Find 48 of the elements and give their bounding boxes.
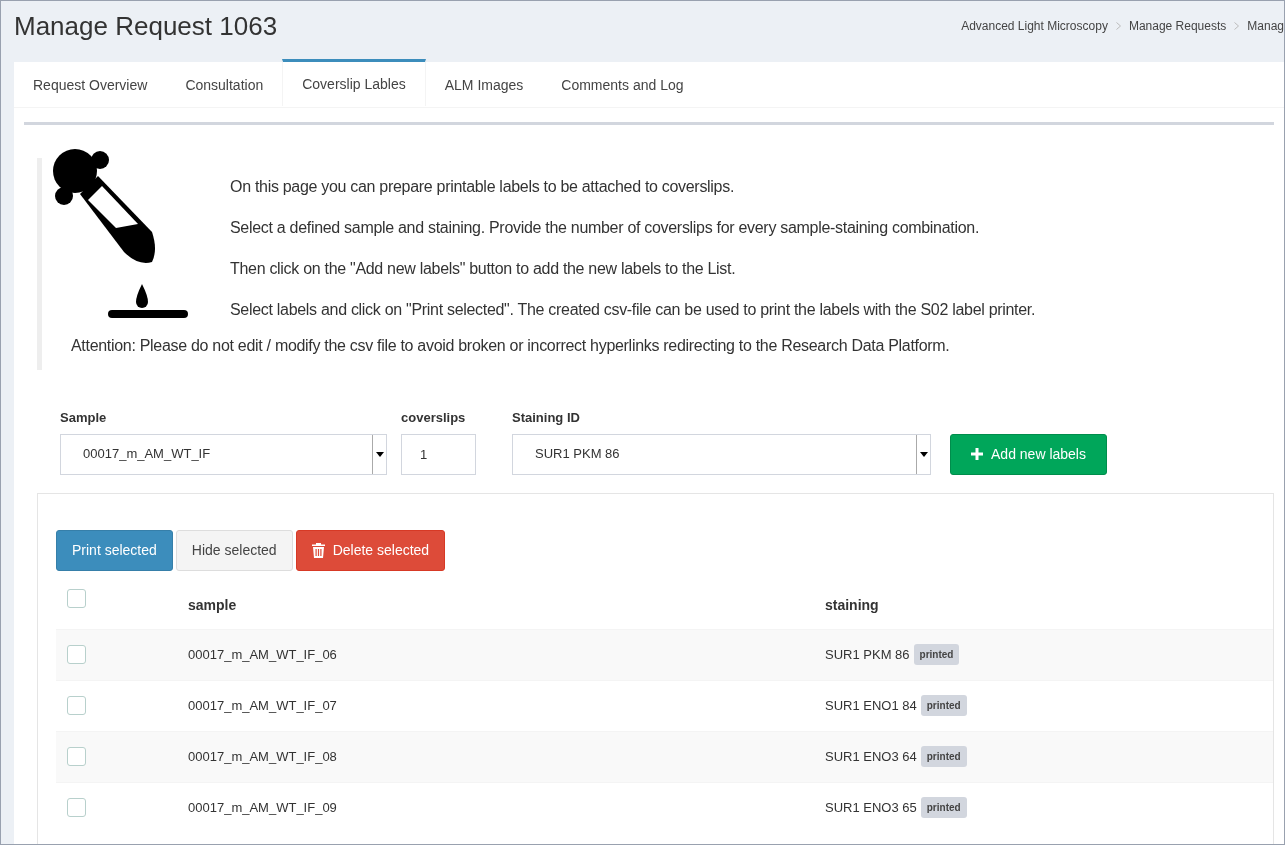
attention-text: Attention: Please do not edit / modify the csv file to avoid broken or incorrect hyperlinks redirecting to the Research Data Platform. <box>70 336 951 356</box>
status-badge: printed <box>920 746 967 767</box>
coverslips-input[interactable]: 1 <box>401 433 476 475</box>
checkbox[interactable] <box>67 696 86 715</box>
info-text: Select labels and click on "Print selected". The created csv-file can be used to print the labels with the S02 label printer. <box>230 300 1036 320</box>
tab[interactable]: Request Overview <box>14 62 167 108</box>
checkbox[interactable] <box>67 645 86 664</box>
delete-button[interactable]: Delete selected <box>295 529 446 571</box>
table-cell-text: SUR1 ENO3 65 <box>825 798 917 817</box>
tab[interactable]: Coverslip Lables <box>282 59 426 106</box>
breadcrumb-link[interactable]: Manage Requests <box>1128 17 1227 35</box>
chevron-icon <box>1234 22 1240 30</box>
print-button[interactable]: Print selected <box>56 529 173 571</box>
column-header: staining <box>825 595 879 615</box>
checkbox[interactable] <box>67 798 86 817</box>
tab[interactable]: Consultation <box>166 62 283 108</box>
field-label: coverslips <box>401 409 467 427</box>
checkbox[interactable] <box>67 747 86 766</box>
field-label: Sample <box>60 409 108 427</box>
caret-icon <box>375 451 384 457</box>
caret-icon <box>919 451 928 457</box>
table-cell-text: 00017_m_AM_WT_IF_08 <box>188 747 338 766</box>
trash-icon <box>311 542 325 558</box>
plus-icon <box>971 448 983 460</box>
table-cell-text: 00017_m_AM_WT_IF_06 <box>188 645 338 664</box>
status-badge: printed <box>920 695 967 716</box>
tab[interactable]: Comments and Log <box>542 62 703 108</box>
breadcrumb-link[interactable]: Manag <box>1247 17 1284 35</box>
hide-button[interactable]: Hide selected <box>175 529 293 571</box>
table-cell-text: SUR1 ENO1 84 <box>825 696 917 715</box>
table-cell-text: SUR1 ENO3 64 <box>825 747 917 766</box>
breadcrumb-link[interactable]: Advanced Light Microscopy <box>961 17 1108 35</box>
page-title: Manage Request 1063 <box>14 9 278 43</box>
tab[interactable]: ALM Images <box>425 62 543 108</box>
field-label: Staining ID <box>512 409 581 427</box>
checkbox[interactable] <box>67 588 86 608</box>
table-cell-text: 00017_m_AM_WT_IF_07 <box>188 696 338 715</box>
staining-select[interactable]: SUR1 PKM 86 <box>512 433 931 475</box>
table-cell-text: 00017_m_AM_WT_IF_09 <box>188 798 338 817</box>
chevron-icon <box>1115 22 1121 30</box>
column-header: sample <box>188 595 238 615</box>
sample-select[interactable]: 00017_m_AM_WT_IF <box>60 433 387 475</box>
info-text: Then click on the "Add new labels" button to add the new labels to the List. <box>230 259 737 279</box>
table-cell-text: SUR1 PKM 86 <box>825 645 910 664</box>
status-badge: printed <box>920 797 967 818</box>
status-badge: printed <box>913 644 960 665</box>
info-text: Select a defined sample and staining. Provide the number of coverslips for every sample-staining combination. <box>230 218 981 238</box>
info-text: On this page you can prepare printable labels to be attached to coverslips. <box>230 177 736 197</box>
